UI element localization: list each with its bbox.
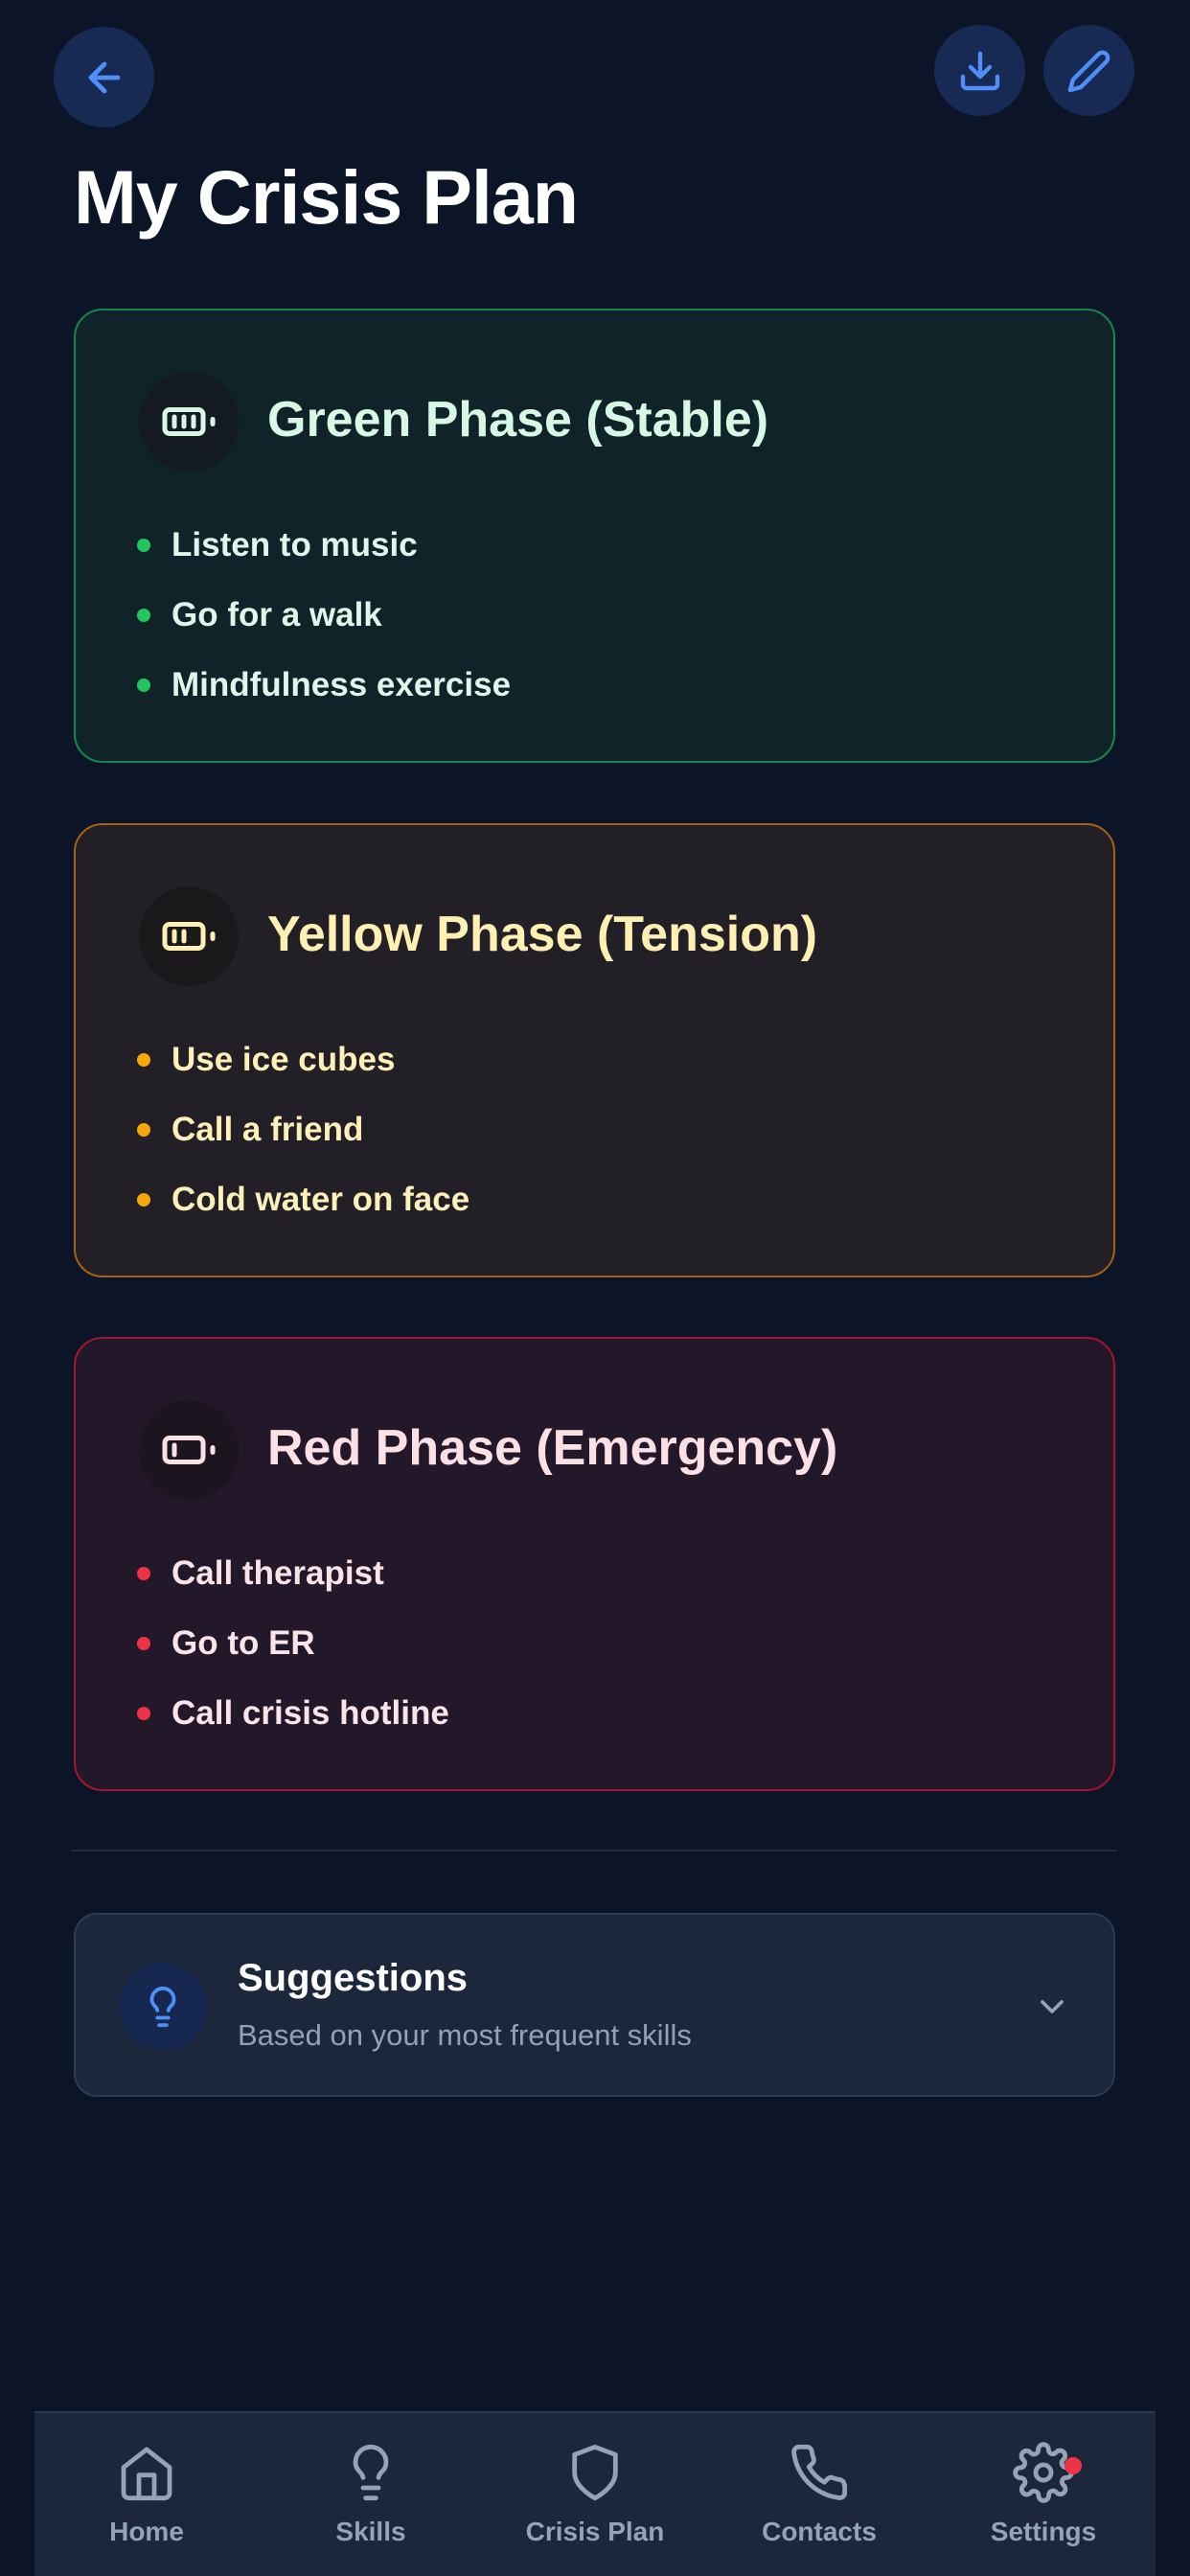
phase-action-list: Call therapist Go to ER Call crisis hotl… <box>137 1538 449 1748</box>
list-item: Use ice cubes <box>137 1024 469 1094</box>
nav-label: Skills <box>335 2517 406 2546</box>
arrow-left-icon <box>88 61 120 93</box>
back-button[interactable] <box>54 27 154 127</box>
lightbulb-icon <box>149 1987 176 2028</box>
phone-icon <box>791 2444 848 2500</box>
list-item-label: Go to ER <box>172 1623 315 1662</box>
phase-title: Yellow Phase (Tension) <box>267 907 818 962</box>
bullet-dot <box>137 678 150 692</box>
list-item: Call a friend <box>137 1094 469 1164</box>
list-item: Go to ER <box>137 1608 449 1678</box>
suggestions-icon-badge <box>119 1963 207 2051</box>
bullet-dot <box>137 1192 150 1207</box>
list-item-label: Listen to music <box>172 525 418 564</box>
phase-title: Green Phase (Stable) <box>267 392 769 448</box>
list-item: Listen to music <box>137 510 511 580</box>
nav-label: Crisis Plan <box>525 2517 665 2546</box>
list-item-label: Call therapist <box>172 1553 384 1592</box>
bullet-dot <box>137 1122 150 1137</box>
nav-item-settings[interactable]: Settings <box>948 2413 1139 2576</box>
bullet-dot <box>137 538 150 552</box>
suggestions-title: Suggestions <box>238 1957 469 1999</box>
nav-item-skills[interactable]: Skills <box>275 2413 467 2576</box>
nav-label: Settings <box>990 2517 1097 2546</box>
phase-icon-badge <box>139 1400 239 1500</box>
edit-button[interactable] <box>1043 25 1134 116</box>
phase-icon-badge <box>139 886 239 986</box>
nav-label: Home <box>109 2517 184 2546</box>
home-icon <box>121 2447 172 2501</box>
phase-action-list: Use ice cubes Call a friend Cold water o… <box>137 1024 469 1234</box>
suggestions-subtitle: Based on your most frequent skills <box>238 2018 692 2052</box>
nav-item-crisis-plan[interactable]: Crisis Plan <box>499 2413 691 2576</box>
battery-medium-icon <box>162 922 216 951</box>
list-item: Call therapist <box>137 1538 449 1608</box>
page-title: My Crisis Plan <box>74 154 579 240</box>
list-item-label: Use ice cubes <box>172 1040 396 1078</box>
nav-label: Contacts <box>762 2517 877 2546</box>
list-item: Go for a walk <box>137 580 511 650</box>
lightbulb-icon <box>353 2444 389 2501</box>
list-item-label: Mindfulness exercise <box>172 665 512 703</box>
bullet-dot <box>137 1052 150 1067</box>
bullet-dot <box>137 1636 150 1650</box>
pencil-icon <box>1067 50 1110 92</box>
crisis-plan-screen: My Crisis Plan Green Phase (Stable) List… <box>0 0 1190 2576</box>
battery-full-icon <box>162 407 216 436</box>
suggestions-panel[interactable]: Suggestions Based on your most frequent … <box>74 1913 1115 2097</box>
list-item-label: Call a friend <box>172 1110 364 1148</box>
list-item: Cold water on face <box>137 1164 469 1234</box>
bottom-navigation: Home Skills Crisis Plan Contacts Setting… <box>34 2411 1156 2576</box>
battery-low-icon <box>162 1436 216 1464</box>
red-phase-card[interactable]: Red Phase (Emergency) Call therapist Go … <box>74 1337 1115 1791</box>
phase-icon-badge <box>139 372 239 472</box>
list-item-label: Call crisis hotline <box>172 1693 449 1732</box>
phase-title: Red Phase (Emergency) <box>267 1420 838 1476</box>
yellow-phase-card[interactable]: Yellow Phase (Tension) Use ice cubes Cal… <box>74 823 1115 1277</box>
nav-item-contacts[interactable]: Contacts <box>723 2413 915 2576</box>
shield-icon <box>572 2444 618 2501</box>
section-divider <box>71 1850 1117 1852</box>
list-item-label: Go for a walk <box>172 595 382 633</box>
bullet-dot <box>137 1706 150 1720</box>
green-phase-card[interactable]: Green Phase (Stable) Listen to music Go … <box>74 309 1115 763</box>
nav-item-home[interactable]: Home <box>51 2413 242 2576</box>
download-button[interactable] <box>934 25 1025 116</box>
chevron-down-icon[interactable] <box>1033 1988 1071 2026</box>
phase-action-list: Listen to music Go for a walk Mindfulnes… <box>137 510 511 720</box>
download-icon <box>960 51 999 90</box>
list-item: Mindfulness exercise <box>137 650 511 720</box>
bullet-dot <box>137 608 150 622</box>
list-item: Call crisis hotline <box>137 1678 449 1748</box>
notification-dot <box>1064 2457 1082 2474</box>
gear-icon <box>1013 2442 1074 2503</box>
bullet-dot <box>137 1566 150 1580</box>
list-item-label: Cold water on face <box>172 1180 470 1218</box>
